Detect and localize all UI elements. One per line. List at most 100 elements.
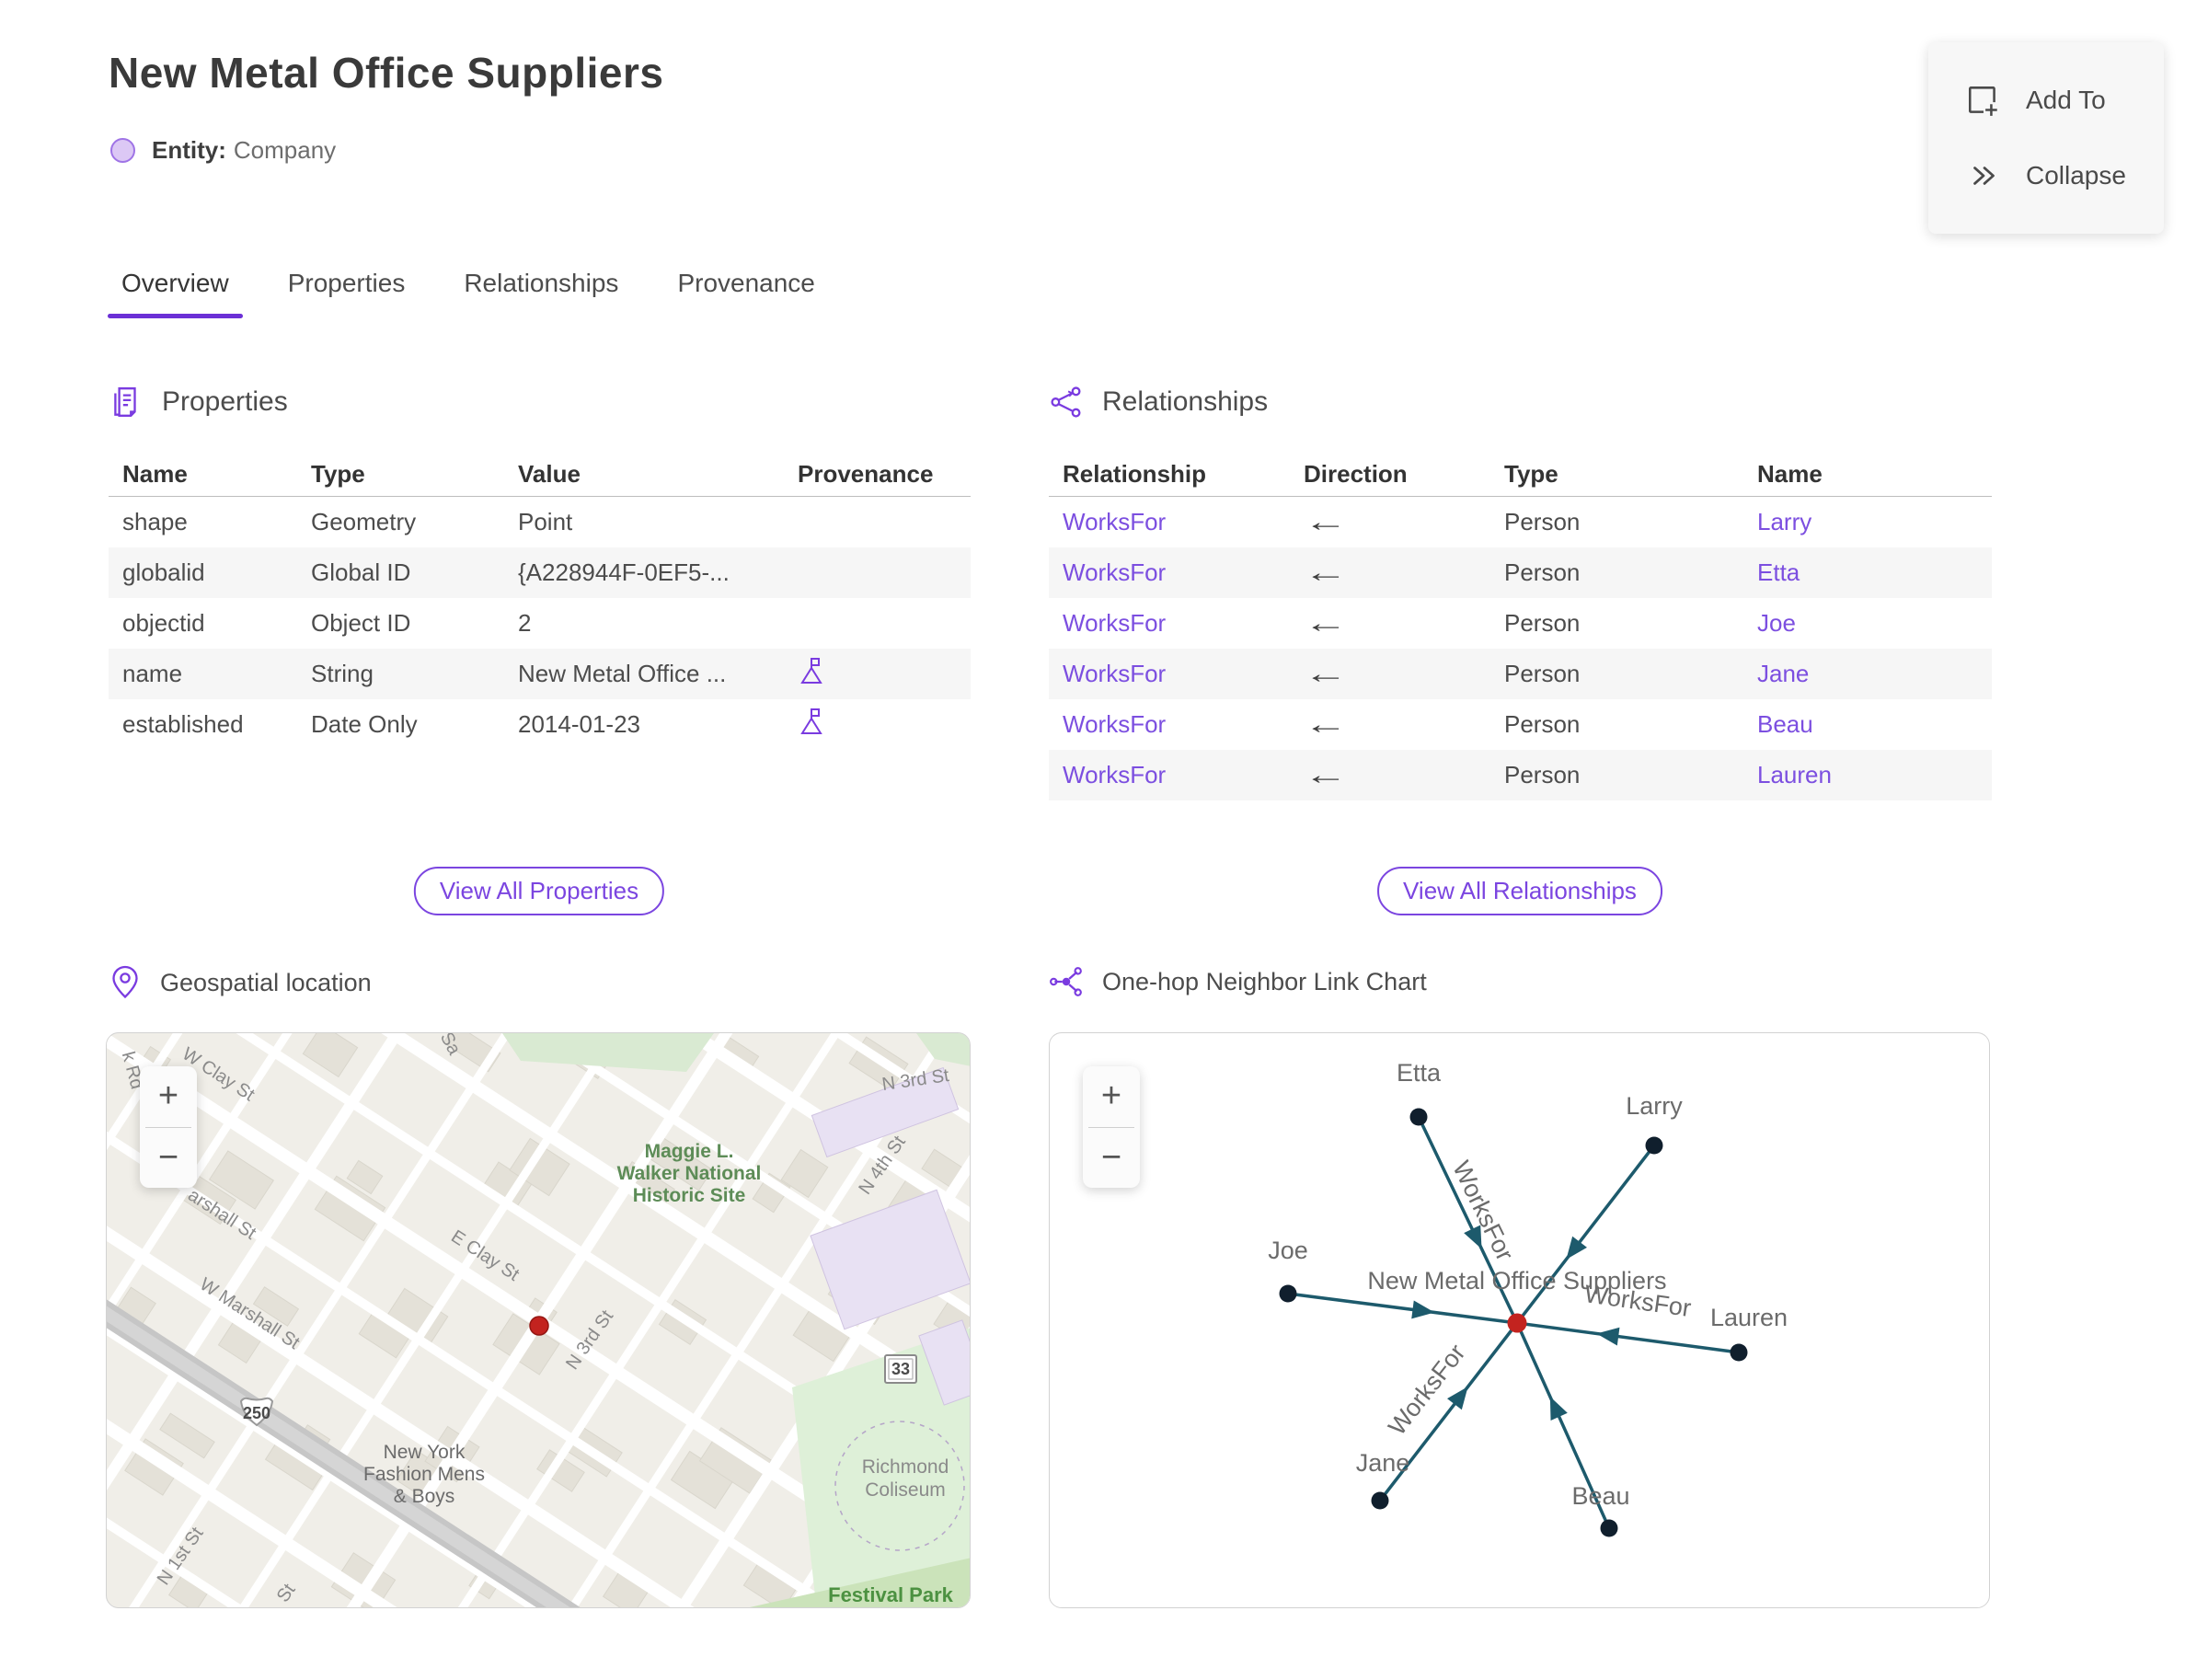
entity-label: Entity: Company <box>152 136 337 164</box>
property-row: shape Geometry Point <box>109 497 971 547</box>
center-entity-node[interactable] <box>1507 1313 1527 1333</box>
add-to-button[interactable]: Add To <box>1928 82 2164 119</box>
svg-text:Fashion Mens: Fashion Mens <box>363 1464 485 1485</box>
svg-text:Festival Park: Festival Park <box>828 1583 954 1606</box>
relationship-type-link[interactable]: WorksFor <box>1063 609 1166 637</box>
center-entity-label: New Metal Office Suppliers <box>1367 1267 1666 1295</box>
chart-zoom-out-button[interactable]: − <box>1083 1128 1140 1189</box>
relationship-type-link[interactable]: WorksFor <box>1063 710 1166 738</box>
add-to-icon <box>1965 82 2002 119</box>
one-hop-link-chart[interactable]: WorksForWorksForWorksForEttaLarryJoeLaur… <box>1050 1033 1990 1608</box>
property-value: 2 <box>518 609 532 637</box>
svg-text:& Boys: & Boys <box>394 1486 455 1507</box>
property-value: Point <box>518 508 573 535</box>
person-node[interactable] <box>1600 1519 1618 1537</box>
person-node[interactable] <box>1645 1136 1663 1155</box>
person-node[interactable] <box>1371 1491 1389 1510</box>
tab-bar: Overview Properties Relationships Provenanc… <box>108 269 829 318</box>
relationships-icon <box>1049 385 1084 420</box>
person-node[interactable] <box>1730 1343 1748 1362</box>
property-type: Global ID <box>311 558 411 586</box>
view-all-relationships-button[interactable]: View All Relationships <box>1377 867 1662 915</box>
geospatial-section-title: Geospatial location <box>160 968 372 996</box>
map-zoom-control: + − <box>140 1066 197 1188</box>
relationship-row: WorksFor ← Person Etta <box>1049 547 1992 598</box>
chart-zoom-in-button[interactable]: + <box>1083 1066 1140 1127</box>
relationships-table-header: Relationship Direction Type Name <box>1049 453 1992 497</box>
person-node-label: Jane <box>1356 1449 1410 1477</box>
relationship-direction: ← <box>1304 607 1348 639</box>
actions-panel: Add To Collapse <box>1928 42 2164 234</box>
relationship-entity-type: Person <box>1504 609 1581 637</box>
link-chart-section-header: One-hop Neighbor Link Chart <box>1049 964 1427 999</box>
relationship-entity-type: Person <box>1504 761 1581 788</box>
relationship-entity-type: Person <box>1504 558 1581 586</box>
property-type: Geometry <box>311 508 417 535</box>
person-node[interactable] <box>1279 1284 1297 1303</box>
relationship-direction: ← <box>1304 708 1348 740</box>
relationship-name-link[interactable]: Etta <box>1757 558 1800 586</box>
relationship-type-link[interactable]: WorksFor <box>1063 660 1166 687</box>
entity-type-icon <box>110 138 135 163</box>
relationships-table: Relationship Direction Type Name WorksFo… <box>1049 453 1992 800</box>
tab-relationships[interactable]: Relationships <box>450 269 632 318</box>
map-pin-icon <box>109 964 142 1001</box>
person-node-label: Larry <box>1626 1092 1683 1120</box>
tab-provenance[interactable]: Provenance <box>663 269 828 318</box>
person-node-label: Etta <box>1397 1059 1442 1087</box>
relationship-row: WorksFor ← Person Lauren <box>1049 750 1992 800</box>
property-name: globalid <box>122 558 205 586</box>
person-node-label: Beau <box>1571 1482 1629 1510</box>
property-type: Date Only <box>311 710 418 738</box>
property-value: 2014-01-23 <box>518 710 640 738</box>
relationship-row: WorksFor ← Person Jane <box>1049 649 1992 699</box>
relationship-entity-type: Person <box>1504 508 1581 535</box>
collapse-button[interactable]: Collapse <box>1928 157 2164 194</box>
link-chart-card[interactable]: + − WorksFor WorksFor WorksFor Etta Larry Joe… <box>1049 1032 1990 1608</box>
svg-text:St: St <box>273 1580 300 1605</box>
property-provenance <box>785 707 971 742</box>
relationship-type-link[interactable]: WorksFor <box>1063 508 1166 535</box>
svg-text:WorksFor: WorksFor <box>1383 1339 1470 1440</box>
map-zoom-out-button[interactable]: − <box>140 1128 197 1189</box>
svg-text:33: 33 <box>891 1360 910 1378</box>
relationship-type-link[interactable]: WorksFor <box>1063 761 1166 788</box>
chart-zoom-control: + − <box>1083 1066 1140 1188</box>
property-type: Object ID <box>311 609 411 637</box>
entity-location-marker[interactable] <box>529 1316 549 1336</box>
relationship-name-link[interactable]: Larry <box>1757 508 1811 535</box>
view-all-properties-button[interactable]: View All Properties <box>413 867 665 915</box>
person-node[interactable] <box>1409 1108 1428 1126</box>
relationship-direction: ← <box>1304 506 1348 537</box>
relationship-row: WorksFor ← Person Beau <box>1049 699 1992 750</box>
properties-section-header: Properties <box>109 385 288 420</box>
relationship-name-link[interactable]: Lauren <box>1757 761 1832 788</box>
map-zoom-in-button[interactable]: + <box>140 1066 197 1127</box>
provenance-flag-icon[interactable] <box>798 656 825 685</box>
property-row: established Date Only 2014-01-23 <box>109 699 971 750</box>
property-name: name <box>122 660 183 687</box>
property-value: New Metal Office ... <box>518 660 727 687</box>
map-card[interactable]: + − k Rd W Clay St Sa arshall St E Clay St W … <box>106 1032 971 1608</box>
tab-properties[interactable]: Properties <box>274 269 420 318</box>
relationship-direction: ← <box>1304 658 1348 689</box>
relationship-name-link[interactable]: Beau <box>1757 710 1813 738</box>
person-node-label: Lauren <box>1710 1304 1788 1331</box>
property-value: {A228944F-0EF5-... <box>518 558 730 586</box>
relationship-name-link[interactable]: Joe <box>1757 609 1796 637</box>
entity-row: Entity: Company <box>110 136 336 165</box>
relationship-entity-type: Person <box>1504 710 1581 738</box>
person-node-label: Joe <box>1268 1237 1308 1264</box>
properties-table: Name Type Value Provenance shape Geometry… <box>109 453 971 750</box>
property-row: globalid Global ID {A228944F-0EF5-... <box>109 547 971 598</box>
provenance-flag-icon[interactable] <box>798 707 825 736</box>
relationship-type-link[interactable]: WorksFor <box>1063 558 1166 586</box>
property-provenance <box>785 656 971 692</box>
relationship-name-link[interactable]: Jane <box>1757 660 1809 687</box>
tab-overview[interactable]: Overview <box>108 269 243 318</box>
basemap[interactable]: k Rd W Clay StSaarshall StE Clay StW Mars… <box>107 1033 971 1608</box>
relationship-row: WorksFor ← Person Larry <box>1049 497 1992 547</box>
svg-text:Richmond: Richmond <box>862 1456 949 1478</box>
route-shield: 250 <box>239 1397 274 1427</box>
svg-text:250: 250 <box>243 1404 270 1422</box>
